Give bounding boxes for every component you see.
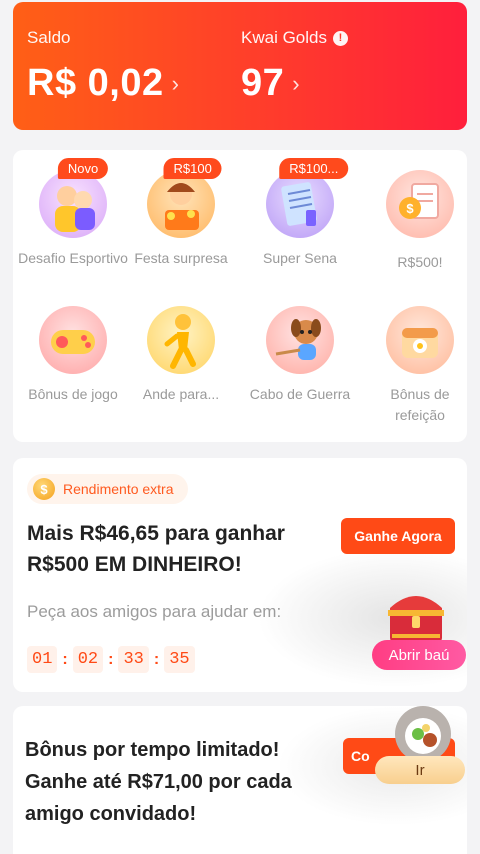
activities-grid: Novo Desafio Esportivo R$100 Festa surpr… [13, 150, 467, 442]
tile-festa-surpresa[interactable]: R$100 Festa surpresa [126, 158, 236, 290]
tile-desafio-esportivo[interactable]: Novo Desafio Esportivo [18, 158, 128, 290]
timer-separator: : [108, 650, 114, 668]
abrir-bau-button[interactable]: Abrir baú [372, 640, 466, 670]
treasure-chest-icon[interactable] [384, 584, 448, 646]
golds-value: 97 [241, 62, 285, 104]
golds-value-row: 97 › [241, 62, 348, 105]
tile-cabo-de-guerra[interactable]: Cabo de Guerra [245, 306, 355, 426]
tile-label: Bônus de jogo [28, 386, 118, 402]
floating-meal-icon[interactable] [392, 704, 454, 764]
tile-label: Bônus de refeição [390, 386, 450, 423]
balance-card: Saldo R$ 0,02 › Kwai Golds ! 97 › [13, 2, 467, 130]
rendimento-subtitle: Peça aos amigos para ajudar em: [27, 602, 282, 621]
tile-label: R$500! [397, 254, 443, 270]
chevron-right-icon: › [292, 70, 301, 96]
bonus-title: Bônus por tempo limitado! Ganhe até R$71… [25, 739, 292, 825]
tile-badge: R$100... [279, 158, 349, 179]
lottery-ticket-icon [266, 170, 334, 238]
tile-badge: Novo [57, 158, 109, 179]
walking-person-icon [147, 306, 215, 374]
chevron-right-icon: › [171, 70, 180, 96]
timer-seconds: 33 [118, 646, 149, 673]
coin-document-icon: $ [386, 170, 454, 238]
golds-section[interactable]: Kwai Golds ! 97 › [241, 28, 348, 105]
sport-challenge-icon [39, 170, 107, 238]
tile-super-sena[interactable]: R$100... Super Sena [245, 158, 355, 290]
golds-label-row: Kwai Golds ! [241, 28, 348, 48]
party-icon [147, 170, 215, 238]
timer-separator: : [153, 650, 160, 668]
saldo-label: Saldo [27, 28, 71, 47]
rendimento-pill-label: Rendimento extra [63, 481, 174, 497]
coin-icon: $ [33, 478, 55, 500]
tile-label: Desafio Esportivo [18, 250, 128, 266]
tile-ande-para[interactable]: Ande para... [126, 306, 236, 426]
tile-badge: R$100 [163, 158, 222, 179]
saldo-value-row: R$ 0,02 › [27, 62, 179, 105]
golds-label: Kwai Golds [241, 28, 327, 47]
timer-minutes: 02 [72, 646, 104, 673]
meal-plate-icon [386, 306, 454, 374]
tile-label: Ande para... [142, 386, 220, 402]
ganhe-agora-button[interactable]: Ganhe Agora [341, 518, 455, 554]
timer-separator: : [62, 650, 68, 668]
svg-text:$: $ [406, 201, 414, 216]
countdown-timer: 01 : 02 : 33 : 35 [27, 646, 195, 673]
ir-button[interactable]: Ir [375, 756, 465, 784]
timer-fraction: 35 [164, 646, 195, 673]
tile-r500[interactable]: $ R$500! [365, 170, 475, 294]
saldo-value: R$ 0,02 [27, 62, 164, 104]
tile-label: Cabo de Guerra [249, 386, 351, 402]
gamepad-icon [39, 306, 107, 374]
info-icon[interactable]: ! [332, 30, 348, 46]
tile-bonus-de-jogo[interactable]: Bônus de jogo [18, 306, 128, 426]
timer-hours: 01 [27, 646, 58, 673]
tile-label: Festa surpresa [134, 250, 228, 266]
rendimento-pill: $ Rendimento extra [27, 474, 188, 504]
tile-label: Super Sena [263, 250, 337, 266]
tile-bonus-de-refeicao[interactable]: Bônus de refeição [365, 306, 475, 426]
rendimento-title: Mais R$46,65 para ganhar R$500 EM DINHEI… [27, 522, 285, 576]
saldo-section[interactable]: Saldo R$ 0,02 › [27, 28, 179, 105]
tug-of-war-dog-icon [266, 306, 334, 374]
